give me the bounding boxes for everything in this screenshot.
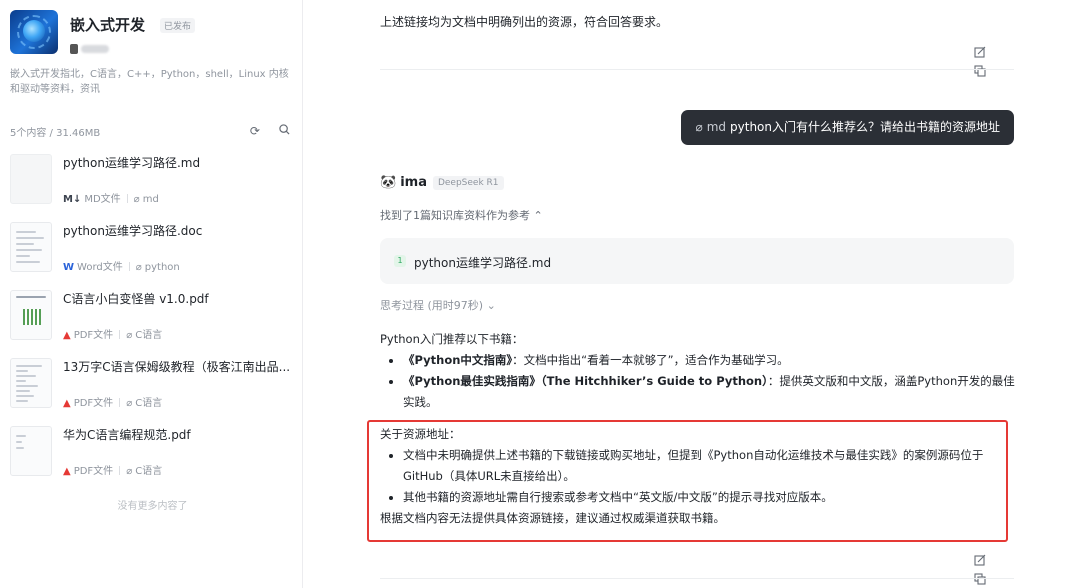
file-type: PDF文件	[73, 330, 114, 341]
file-type: Word文件	[77, 262, 123, 273]
file-tag: python	[144, 262, 180, 273]
list-item: 文档中未明确提供上述书籍的下载链接或购买地址，但提到《Python自动化运维技术…	[380, 445, 1006, 487]
thinking-text: 思考过程 (用时97秒)	[380, 299, 484, 312]
tag-icon: ⌀	[695, 120, 703, 134]
ai-name: ima	[400, 175, 427, 190]
search-icon[interactable]	[279, 124, 290, 138]
ai-model-badge: DeepSeek R1	[432, 175, 504, 190]
new-icon[interactable]: ⟳	[250, 124, 260, 138]
references-text: 找到了1篇知识库资料作为参考	[380, 209, 530, 222]
file-type: PDF文件	[73, 398, 114, 409]
file-item[interactable]: python运维学习路径.doc W Word文件 ⌀ python	[10, 216, 295, 284]
book-title: 《Python最佳实践指南》（The Hitchhiker’s Guide to…	[403, 374, 768, 388]
list-item: 《Python中文指南》：文档中指出“看着一本就够了”，适合作为基础学习。	[380, 350, 1020, 371]
resource-section: 关于资源地址： 文档中未明确提供上述书籍的下载链接或购买地址，但提到《Pytho…	[380, 424, 1006, 529]
edit-icon[interactable]	[972, 46, 988, 61]
pdf-icon: ▲	[63, 398, 71, 409]
file-meta: ▲ PDF文件 ⌀ C语言	[63, 326, 162, 341]
file-tag: md	[142, 194, 159, 205]
user-question: python入门有什么推荐么？请给出书籍的资源地址	[730, 120, 1000, 134]
kb-description: 嵌入式开发指北，C语言，C++，Python，shell，Linux 内核和驱动…	[10, 69, 289, 95]
kb-logo	[10, 10, 58, 54]
chevron-down-icon: ⌄	[486, 299, 496, 312]
edit-icon[interactable]	[972, 554, 988, 569]
file-item[interactable]: 13万字C语言保姆级教程（极客江南出品... ▲ PDF文件 ⌀ C语言	[10, 352, 295, 420]
ai-answer: Python入门推荐以下书籍： 《Python中文指南》：文档中指出“看着一本就…	[380, 329, 1020, 413]
file-item[interactable]: python运维学习路径.md M↓ MD文件 ⌀ md	[10, 148, 295, 216]
kb-owner	[70, 38, 110, 54]
file-name: python运维学习路径.md	[63, 156, 201, 170]
tag-icon: ⌀	[135, 262, 142, 273]
file-meta: ▲ PDF文件 ⌀ C语言	[63, 394, 162, 409]
tag-icon: ⌀	[126, 466, 133, 477]
kb-stats-bar: 5个内容 / 31.46MB ⟳	[10, 121, 290, 139]
file-thumbnail	[10, 290, 52, 340]
reference-number: 1	[394, 255, 406, 267]
file-thumbnail	[10, 154, 52, 204]
kb-title: 嵌入式开发	[70, 16, 146, 34]
file-type: MD文件	[84, 194, 121, 205]
references-toggle[interactable]: 找到了1篇知识库资料作为参考 ⌃	[380, 207, 543, 223]
file-item[interactable]: 华为C语言编程规范.pdf ▲ PDF文件 ⌀ C语言	[10, 420, 295, 488]
copy-icon[interactable]	[972, 65, 988, 80]
file-meta: ▲ PDF文件 ⌀ C语言	[63, 462, 162, 477]
file-type: PDF文件	[73, 466, 114, 477]
user-question-bubble: ⌀ md python入门有什么推荐么？请给出书籍的资源地址	[681, 110, 1014, 145]
answer-conclusion: 根据文档内容无法提供具体资源链接，建议通过权威渠道获取书籍。	[380, 511, 725, 525]
file-list: python运维学习路径.md M↓ MD文件 ⌀ md python运维学习路径.d…	[10, 148, 295, 488]
chevron-up-icon: ⌃	[533, 209, 543, 222]
file-name: 13万字C语言保姆级教程（极客江南出品...	[63, 360, 291, 374]
markdown-icon: M↓	[63, 194, 82, 205]
owner-avatar	[70, 43, 78, 54]
no-more-content: 没有更多内容了	[117, 501, 188, 512]
reference-title: python运维学习路径.md	[414, 256, 552, 270]
tag-icon: ⌀	[126, 398, 133, 409]
file-name: python运维学习路径.doc	[63, 224, 203, 238]
file-thumbnail	[10, 222, 52, 272]
file-meta: W Word文件 ⌀ python	[63, 258, 180, 273]
tag-icon: ⌀	[133, 194, 140, 205]
file-thumbnail	[10, 426, 52, 476]
tag-icon: ⌀	[126, 330, 133, 341]
ai-header: 🐼 ima DeepSeek R1	[380, 172, 504, 190]
file-item[interactable]: C语言小白变怪兽 v1.0.pdf ▲ PDF文件 ⌀ C语言	[10, 284, 295, 352]
book-title: 《Python中文指南》	[403, 353, 513, 367]
reference-card[interactable]: 1 python运维学习路径.md	[380, 238, 1014, 284]
answer-intro: Python入门推荐以下书籍：	[380, 332, 524, 346]
previous-answer-tail: 上述链接均为文档中明确列出的资源，符合回答要求。	[380, 15, 669, 29]
file-tag: C语言	[135, 398, 163, 409]
list-item: 《Python最佳实践指南》（The Hitchhiker’s Guide to…	[380, 371, 1020, 413]
file-thumbnail	[10, 358, 52, 408]
kb-header: 嵌入式开发 已发布	[10, 8, 295, 56]
kb-status-badge: 已发布	[160, 18, 196, 33]
message-divider	[380, 578, 1014, 579]
pdf-icon: ▲	[63, 466, 71, 477]
file-tag: C语言	[135, 466, 163, 477]
word-icon: W	[63, 262, 75, 273]
message-actions	[964, 43, 1014, 77]
resource-heading: 关于资源地址：	[380, 427, 461, 441]
copy-icon[interactable]	[972, 573, 988, 588]
file-name: C语言小白变怪兽 v1.0.pdf	[63, 292, 209, 306]
pdf-icon: ▲	[63, 330, 71, 341]
file-meta: M↓ MD文件 ⌀ md	[63, 190, 159, 205]
kb-stats: 5个内容 / 31.46MB	[10, 128, 101, 139]
book-desc: ：文档中指出“看着一本就够了”，适合作为基础学习。	[512, 353, 789, 367]
message-divider	[380, 69, 1014, 70]
list-item: 其他书籍的资源地址需自行搜索或参考文档中“英文版/中文版”的提示寻找对应版本。	[380, 487, 1006, 508]
knowledge-base-sidebar: 嵌入式开发 已发布 嵌入式开发指北，C语言，C++，Python，shell，L…	[0, 0, 303, 588]
file-name: 华为C语言编程规范.pdf	[63, 428, 191, 442]
message-actions	[964, 551, 1014, 585]
panda-icon: 🐼	[380, 175, 397, 190]
thinking-toggle[interactable]: 思考过程 (用时97秒) ⌄	[380, 297, 496, 313]
file-tag: C语言	[135, 330, 163, 341]
question-scope: md	[706, 120, 727, 134]
